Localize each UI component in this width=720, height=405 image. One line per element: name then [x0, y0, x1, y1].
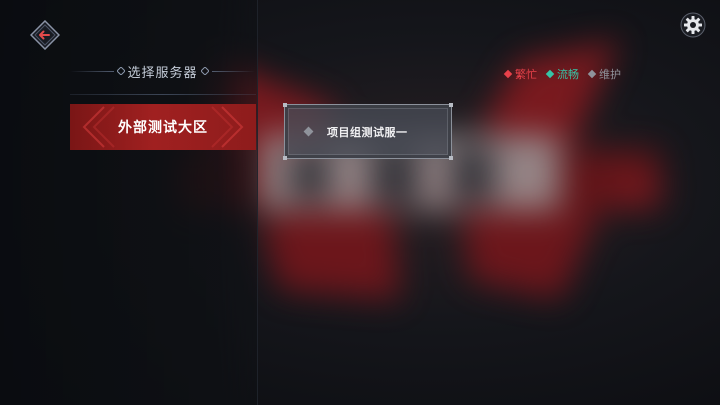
title-ornament-icon: [116, 67, 125, 75]
status-legend: 繁忙 流畅 维护: [503, 66, 621, 82]
title-divider-left: [70, 70, 114, 72]
back-button[interactable]: [29, 19, 61, 51]
card-corner: [283, 103, 287, 107]
panel-title: 选择服务器: [70, 58, 256, 84]
card-corner: [449, 103, 453, 107]
legend-label: 繁忙: [515, 68, 537, 81]
legend-busy: 繁忙: [503, 66, 537, 82]
legend-label: 维护: [599, 68, 621, 81]
legend-label: 流畅: [557, 68, 579, 81]
title-divider-right: [211, 70, 256, 72]
server-name: 项目组测试服一: [327, 126, 408, 139]
chevron-pattern-icon: [82, 106, 115, 148]
legend-maintenance: 维护: [587, 66, 621, 82]
region-tab-external-test[interactable]: 外部测试大区: [70, 104, 256, 150]
panel-divider: [70, 94, 256, 95]
chevron-pattern-icon: [211, 106, 244, 148]
card-corner: [449, 156, 453, 160]
card-corner: [283, 156, 287, 160]
back-arrow-icon: [29, 19, 61, 51]
title-ornament-icon: [200, 67, 209, 75]
busy-diamond-icon: [503, 69, 513, 79]
server-status-icon: [303, 126, 314, 137]
server-select-screen: 选择服务器 外部测试大区 繁忙 流畅 维护 项目组测试服一: [0, 0, 720, 405]
settings-button[interactable]: [680, 12, 706, 38]
legend-smooth: 流畅: [545, 66, 579, 82]
smooth-diamond-icon: [545, 69, 555, 79]
panel-title-text: 选择服务器: [127, 65, 198, 81]
maintenance-diamond-icon: [587, 69, 597, 79]
region-tab-label: 外部测试大区: [118, 120, 208, 136]
server-card[interactable]: 项目组测试服一: [283, 103, 453, 160]
gear-icon: [680, 12, 706, 38]
